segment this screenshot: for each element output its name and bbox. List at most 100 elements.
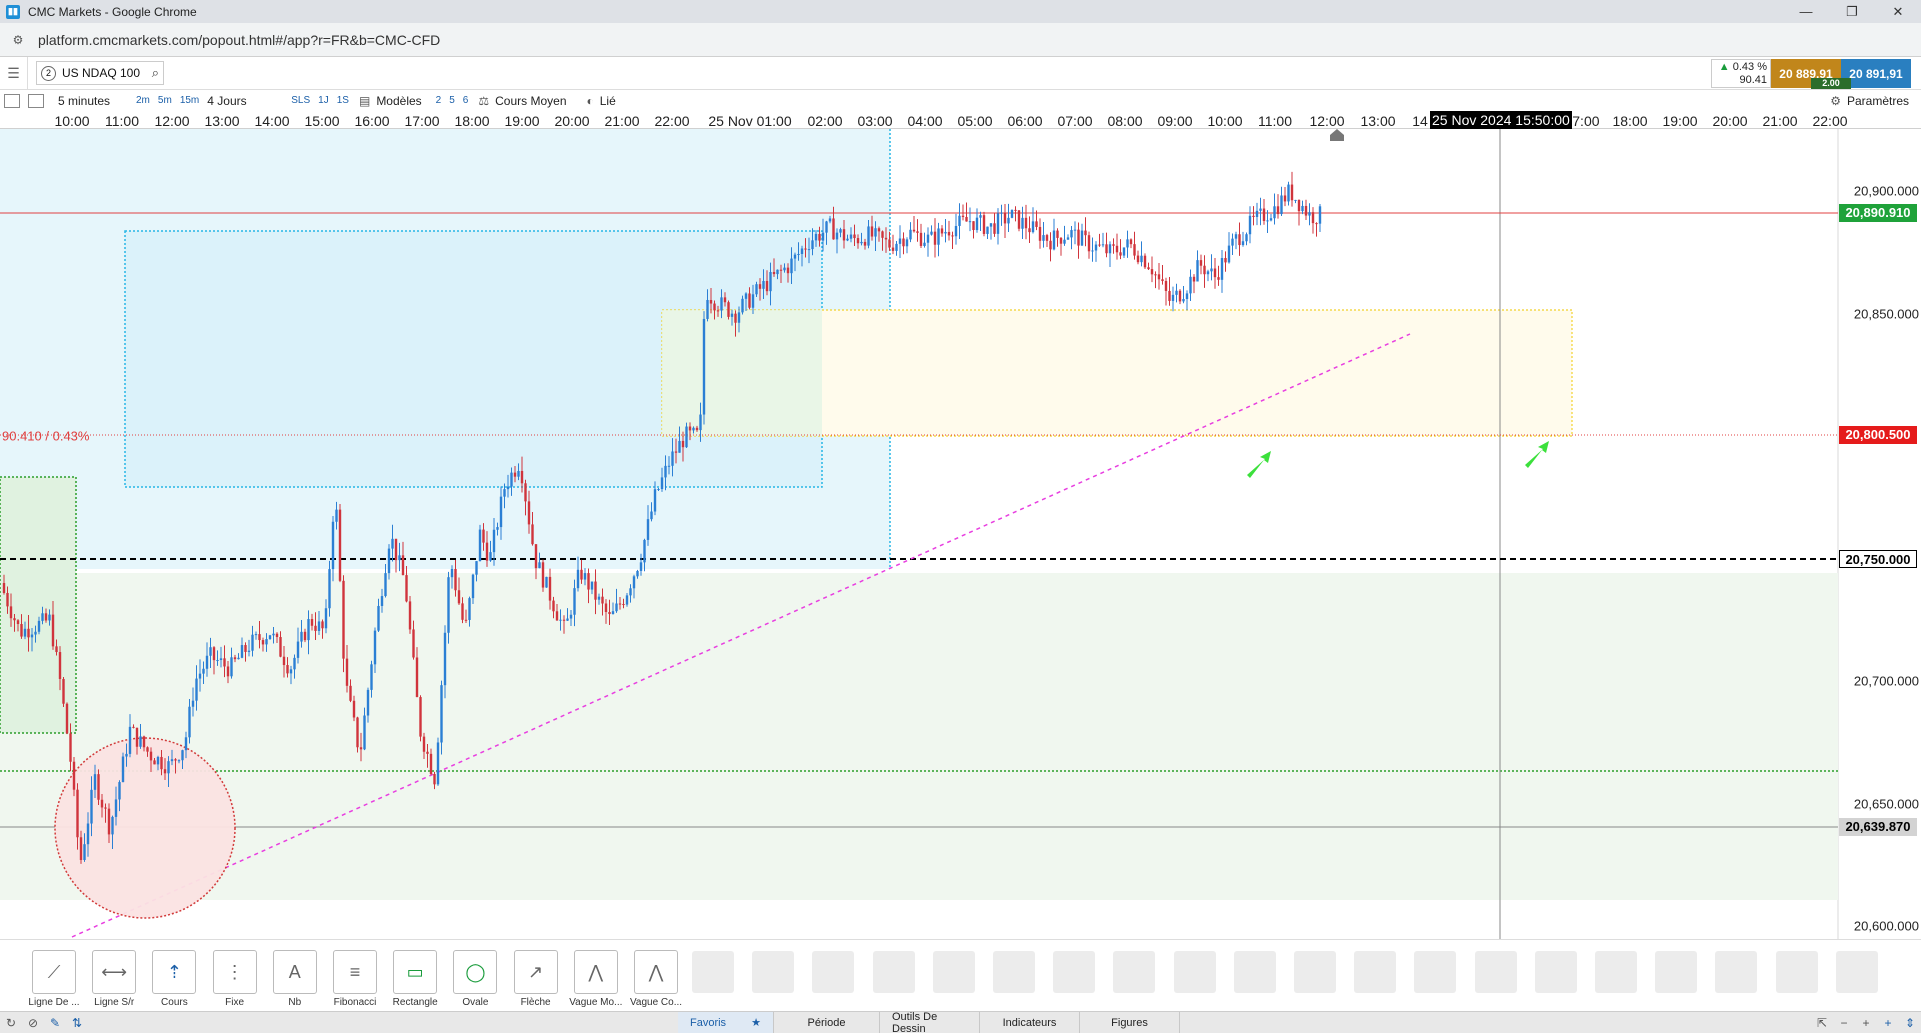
tab-period[interactable]: Période	[774, 1011, 880, 1033]
candle-body	[860, 241, 863, 244]
draw-tool-7[interactable]: ◯ Ovale	[449, 950, 501, 1012]
empty-tool-slot[interactable]	[1113, 951, 1156, 993]
candle-body	[275, 633, 279, 638]
period-sls[interactable]: SLS	[287, 90, 314, 111]
period-1s[interactable]: 1S	[333, 90, 353, 111]
candle-body	[730, 313, 734, 317]
empty-tool-slot[interactable]	[692, 951, 734, 993]
interval-2m[interactable]: 2m	[132, 90, 154, 111]
interval-5m[interactable]: 5m	[154, 90, 176, 111]
buy-button[interactable]: 20 891,91 2.00	[1811, 59, 1911, 89]
candle-body	[657, 489, 660, 491]
empty-tool-slot[interactable]	[872, 951, 915, 993]
draw-tool-2[interactable]: ⇡ Cours	[148, 950, 200, 1012]
candle-body	[163, 769, 167, 774]
minimize-button[interactable]: —	[1783, 0, 1829, 23]
empty-tool-slot[interactable]	[1354, 951, 1397, 993]
candle-body	[653, 489, 657, 512]
model-slot-2[interactable]: 2	[432, 90, 446, 111]
pencil-icon[interactable]: ✎	[44, 1012, 66, 1033]
draw-tool-9[interactable]: ⋀ Vague Mo...	[569, 950, 622, 1012]
candle-body	[639, 562, 643, 571]
search-icon[interactable]: ⌕	[152, 65, 159, 81]
period-select[interactable]: 4 Jours	[207, 90, 287, 111]
tab-drawing-tools[interactable]: Outils De Dessin	[880, 1011, 980, 1033]
empty-tool-slot[interactable]	[812, 951, 855, 993]
empty-tool-slot[interactable]	[932, 951, 975, 993]
candle-body	[429, 753, 433, 774]
draw-tool-10[interactable]: ⋀ Vague Co...	[630, 950, 682, 1012]
draw-tool-1[interactable]: ⟷ Ligne S/r	[88, 950, 140, 1012]
tab-favorites[interactable]: Favoris ★	[678, 1011, 774, 1033]
candle-body	[321, 621, 324, 629]
crosshair-icon[interactable]: +	[1877, 1012, 1899, 1033]
price-chart[interactable]: 90.410 / 0.43% 20,900.000 20,850.000 20,…	[0, 129, 1921, 939]
draw-tool-label: Rectangle	[392, 997, 438, 1008]
empty-tool-slot[interactable]	[1715, 951, 1758, 993]
empty-tool-slot[interactable]	[1233, 951, 1276, 993]
layout-button[interactable]	[24, 90, 48, 111]
empty-tool-slot[interactable]	[1053, 951, 1096, 993]
candle-body	[174, 759, 177, 761]
green-arrow-icon	[1525, 441, 1549, 468]
empty-tool-slot[interactable]	[1173, 951, 1216, 993]
empty-tool-slot[interactable]	[993, 951, 1035, 993]
draw-tool-3[interactable]: ⋮ Fixe	[209, 950, 261, 1012]
zoom-out-icon[interactable]: −	[1833, 1012, 1855, 1033]
empty-tool-slot[interactable]	[1294, 951, 1336, 993]
linked-toggle[interactable]: ◐ Lié	[587, 90, 616, 111]
candle-body	[496, 527, 499, 530]
model-slot-6[interactable]: 6	[459, 90, 473, 111]
draw-tool-5[interactable]: ≡ Fibonacci	[329, 950, 381, 1012]
empty-tool-slot[interactable]	[1534, 951, 1577, 993]
hamburger-menu-icon[interactable]: ☰	[0, 56, 28, 90]
time-axis: 10:00 11:00 12:00 13:00 14:00 15:00 16:00 17:00…	[0, 111, 1921, 129]
draw-tool-4[interactable]: A Nb	[269, 950, 321, 1012]
candle-body	[471, 574, 475, 599]
magnet-icon[interactable]: ⇅	[66, 1012, 88, 1033]
candle-body	[947, 231, 951, 236]
interval-select[interactable]: 5 minutes	[58, 90, 132, 111]
empty-tool-slot[interactable]	[1595, 951, 1637, 993]
url-text[interactable]: platform.cmcmarkets.com/popout.html#/app…	[38, 32, 440, 48]
draw-tool-6[interactable]: ▭ Rectangle	[389, 950, 441, 1012]
fit-icon[interactable]: ⇕	[1899, 1012, 1921, 1033]
empty-tool-slot[interactable]	[1835, 951, 1878, 993]
period-1j[interactable]: 1J	[314, 90, 333, 111]
candle-body	[541, 562, 545, 588]
empty-tool-slot[interactable]	[1474, 951, 1517, 993]
candle-body	[387, 548, 391, 574]
scale-icon[interactable]: ⇱	[1811, 1012, 1833, 1033]
dashed-level-tag[interactable]: 20,750.000	[1839, 550, 1917, 568]
settings-button[interactable]: ⚙ Paramètres	[1830, 90, 1909, 111]
candle-body	[289, 669, 293, 674]
candle-body	[1007, 217, 1010, 224]
empty-tool-slot[interactable]	[752, 951, 795, 993]
price-type-select[interactable]: ⚖ Cours Moyen	[478, 90, 566, 111]
alert-price-tag[interactable]: 20,800.500	[1839, 426, 1917, 444]
close-button[interactable]: ✕	[1875, 0, 1921, 23]
candle-body	[1031, 221, 1035, 233]
block-icon[interactable]: ⊘	[22, 1012, 44, 1033]
candle-body	[944, 231, 947, 234]
models-button[interactable]: ▤ Modèles	[359, 90, 422, 111]
maximize-button[interactable]: ❐	[1829, 0, 1875, 23]
site-settings-icon[interactable]: ⚙	[8, 30, 28, 50]
instrument-selector[interactable]: 2 US NDAQ 100 ⌕	[36, 61, 164, 85]
candle-body	[1105, 244, 1108, 254]
candle-body	[839, 229, 842, 233]
empty-tool-slot[interactable]	[1655, 951, 1698, 993]
candle-body	[30, 634, 34, 638]
tab-figures[interactable]: Figures	[1080, 1011, 1180, 1033]
chart-canvas[interactable]	[0, 129, 1921, 939]
model-slot-5[interactable]: 5	[445, 90, 459, 111]
chart-list-button[interactable]	[0, 90, 24, 111]
draw-tool-0[interactable]: ⟋ Ligne De ...	[28, 950, 80, 1012]
empty-tool-slot[interactable]	[1775, 951, 1818, 993]
interval-15m[interactable]: 15m	[176, 90, 203, 111]
tab-indicators[interactable]: Indicateurs	[980, 1011, 1080, 1033]
refresh-icon[interactable]: ↻	[0, 1012, 22, 1033]
zoom-in-icon[interactable]: +	[1855, 1012, 1877, 1033]
draw-tool-8[interactable]: ↗ Flèche	[510, 950, 562, 1012]
empty-tool-slot[interactable]	[1414, 951, 1457, 993]
